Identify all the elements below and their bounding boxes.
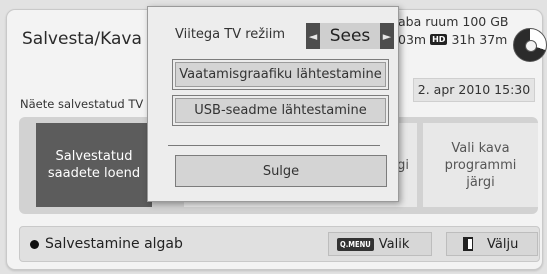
close-button[interactable]: Sulge xyxy=(175,155,387,187)
storage-disc-icon xyxy=(513,28,547,62)
reset-schedule-button[interactable]: Vaatamisgraafiku lähtestamine xyxy=(172,59,389,90)
hd-icon: HD xyxy=(430,34,448,45)
option-button[interactable]: Q.MENU Valik xyxy=(328,232,432,256)
record-start-label: Salvestamine algab xyxy=(30,236,183,252)
free-space-text: aba ruum 100 GB xyxy=(398,14,509,29)
time-remaining-1: 03m xyxy=(398,32,427,47)
record-dot-icon xyxy=(30,239,39,249)
option-schedule-by-program[interactable]: Vali kava programmi järgi xyxy=(423,123,538,207)
qmenu-icon: Q.MENU xyxy=(337,237,374,251)
page-title: Salvesta/Kava xyxy=(22,29,142,49)
time-remaining-2: 31h 37m xyxy=(451,32,508,47)
option-recorded-list[interactable]: Salvestatud saadete loend xyxy=(36,123,152,207)
exit-button[interactable]: Välju xyxy=(446,232,538,256)
delay-mode-selector[interactable]: ◄ Sees ► xyxy=(306,23,394,49)
arrow-right-icon[interactable]: ► xyxy=(380,23,394,49)
usb-reset-button[interactable]: USB-seadme lähtestamine xyxy=(172,95,389,126)
delay-mode-value: Sees xyxy=(320,23,380,49)
time-remaining: 03m HD 31h 37m xyxy=(398,32,507,47)
option-label: Salvestatud saadete loend xyxy=(47,149,141,181)
option-label: Vali kava programmi järgi xyxy=(444,140,517,190)
date-time: 2. apr 2010 15:30 xyxy=(413,78,535,102)
arrow-left-icon[interactable]: ◄ xyxy=(306,23,320,49)
exit-icon xyxy=(463,237,473,251)
popup-divider xyxy=(168,145,380,146)
delay-mode-label: Viitega TV režiim xyxy=(175,27,286,42)
subtitle: Näete salvestatud TV xyxy=(20,97,144,111)
